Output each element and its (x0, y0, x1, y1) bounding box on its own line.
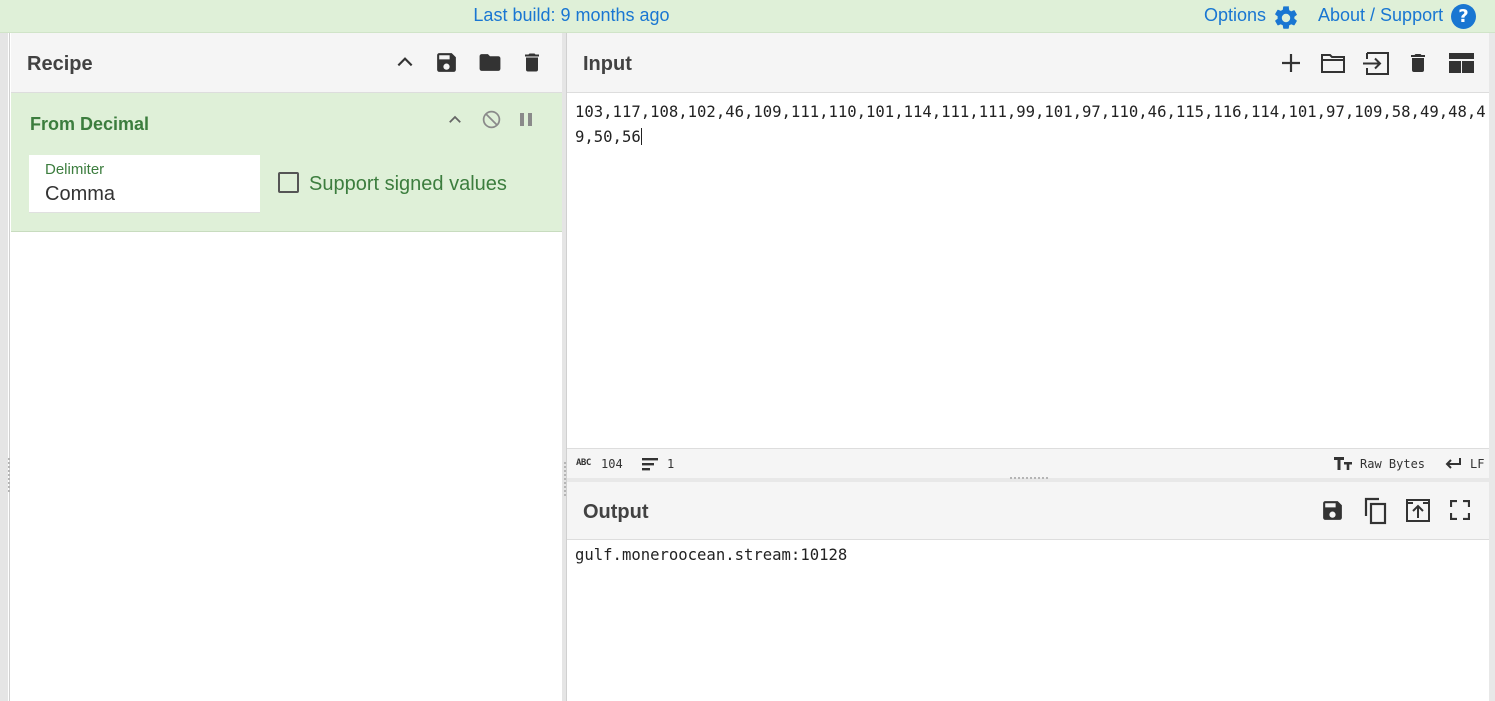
maximise-icon[interactable] (1450, 500, 1470, 520)
output-header: Output (567, 482, 1489, 540)
recipe-header: Recipe (11, 33, 562, 93)
lines-icon (642, 458, 658, 471)
resize-grip[interactable] (564, 462, 566, 498)
last-build-text: Last build: 9 months ago (473, 5, 670, 25)
add-tab-icon[interactable] (1279, 51, 1303, 75)
replace-input-icon[interactable] (1405, 498, 1431, 523)
recipe-title: Recipe (27, 53, 93, 75)
save-icon[interactable] (434, 50, 459, 75)
input-textarea[interactable]: 103,117,108,102,46,109,111,110,101,114,1… (575, 100, 1487, 150)
resize-grip[interactable] (8, 458, 10, 494)
chevron-up-icon[interactable] (395, 52, 415, 72)
help-icon[interactable]: ? (1451, 4, 1476, 29)
delimiter-field[interactable]: Delimiter Comma (29, 155, 260, 213)
import-file-icon[interactable] (1361, 51, 1391, 76)
support-signed-checkbox[interactable] (278, 172, 299, 193)
input-length: 104 (601, 457, 623, 471)
resize-grip[interactable] (1010, 477, 1048, 479)
input-lines: 1 (667, 457, 675, 471)
operation-title: From Decimal (30, 114, 150, 134)
recipe-panel: Recipe From Decimal Delimiter Comma Supp… (11, 33, 562, 701)
operation-from-decimal[interactable]: From Decimal Delimiter Comma Support sig… (11, 93, 562, 232)
trash-icon[interactable] (1406, 50, 1430, 76)
chevron-up-icon[interactable] (446, 111, 464, 129)
input-status-bar: ABC 104 1 Raw Bytes LF (567, 448, 1489, 479)
text-size-icon[interactable] (1334, 456, 1352, 471)
encoding-label[interactable]: Raw Bytes (1360, 457, 1425, 471)
output-panel: Output gulf.moneroocean.stream:10128 (567, 482, 1489, 701)
left-gutter-border (9, 33, 10, 701)
options-link[interactable]: Options (1204, 5, 1266, 26)
about-support-link[interactable]: About / Support (1318, 5, 1443, 26)
top-banner: Last build: 9 months ago Options About /… (0, 0, 1495, 33)
length-icon: ABC (576, 458, 591, 468)
eol-label[interactable]: LF (1470, 457, 1484, 471)
trash-icon[interactable] (520, 50, 544, 75)
input-header: Input (567, 33, 1489, 93)
gear-icon[interactable] (1272, 4, 1300, 32)
output-title: Output (583, 501, 649, 523)
input-title: Input (583, 53, 632, 75)
disable-icon[interactable] (481, 109, 502, 130)
delimiter-label: Delimiter (45, 161, 105, 178)
pause-icon[interactable] (518, 111, 534, 128)
delimiter-value[interactable]: Comma (45, 183, 115, 206)
text-caret (640, 128, 642, 145)
left-gutter (0, 33, 8, 701)
folder-icon[interactable] (477, 50, 503, 75)
save-icon[interactable] (1320, 498, 1345, 523)
right-scrollbar-track[interactable] (1489, 33, 1495, 701)
return-arrow-icon (1444, 456, 1462, 471)
open-folder-icon[interactable] (1320, 51, 1346, 75)
support-signed-label[interactable]: Support signed values (309, 173, 507, 196)
input-content: 103,117,108,102,46,109,111,110,101,114,1… (575, 103, 1486, 146)
copy-icon[interactable] (1362, 496, 1388, 525)
input-panel: Input 103,117,108,102,46,109,111,110,101… (567, 33, 1489, 480)
output-content: gulf.moneroocean.stream:10128 (575, 546, 848, 564)
layout-icon[interactable] (1448, 52, 1475, 74)
